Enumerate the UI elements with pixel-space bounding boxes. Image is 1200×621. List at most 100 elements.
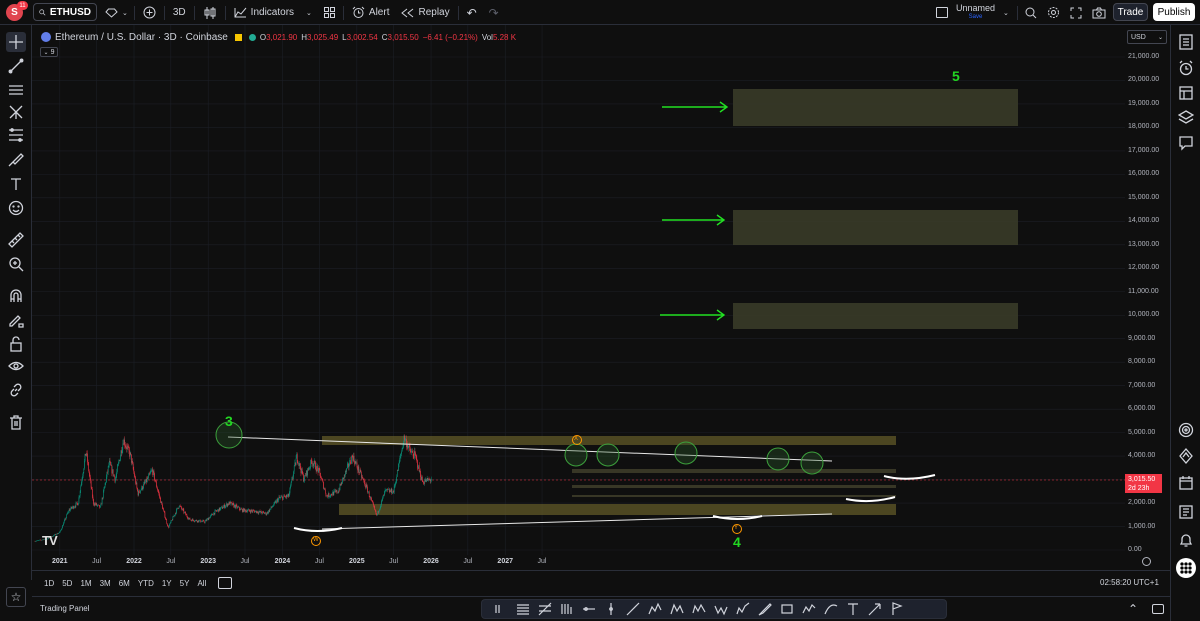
- notifications-button[interactable]: [1176, 530, 1196, 550]
- hide-drawings-tool[interactable]: [6, 356, 26, 376]
- symbol-tags-button[interactable]: ⌄: [101, 0, 132, 25]
- quick-search-button[interactable]: [1020, 0, 1042, 25]
- dt-flag[interactable]: [886, 600, 908, 618]
- ideas-button[interactable]: [1176, 446, 1196, 466]
- dt-bars[interactable]: [556, 600, 578, 618]
- dt-elliott-2[interactable]: [666, 600, 688, 618]
- zoom-tool[interactable]: [6, 254, 26, 274]
- trading-panel-label[interactable]: Trading Panel: [40, 604, 90, 613]
- lock-drawings-tool[interactable]: [6, 334, 26, 354]
- curve-projection-2[interactable]: [845, 496, 896, 503]
- replay-button[interactable]: Replay: [395, 0, 455, 25]
- symbol-title[interactable]: Ethereum / U.S. Dollar · 3D · Coinbase: [55, 32, 228, 43]
- brush-tool[interactable]: [6, 150, 26, 170]
- calendar-button[interactable]: [1176, 473, 1196, 493]
- chats-button[interactable]: [1176, 133, 1196, 153]
- fullscreen-button[interactable]: [1065, 0, 1087, 25]
- snapshot-button[interactable]: [1087, 0, 1111, 25]
- interval-button[interactable]: 3D: [167, 0, 192, 25]
- chart-type-button[interactable]: [197, 0, 223, 25]
- range-button[interactable]: YTD: [134, 579, 158, 588]
- collapse-panel-button[interactable]: ⌃: [1128, 602, 1142, 616]
- wave-label-3[interactable]: 3: [225, 413, 233, 429]
- highlight-circle[interactable]: [596, 443, 620, 467]
- remove-drawings-tool[interactable]: [6, 412, 26, 432]
- news-button[interactable]: [1176, 502, 1196, 522]
- alert-button[interactable]: Alert: [346, 0, 396, 25]
- clock[interactable]: 02:58:20 UTC+1: [1100, 578, 1159, 587]
- range-button[interactable]: 3M: [96, 579, 115, 588]
- magnet-tool[interactable]: [6, 286, 26, 306]
- arrow-lower[interactable]: [660, 309, 726, 321]
- trade-button[interactable]: Trade: [1113, 3, 1148, 21]
- dt-elliott-5[interactable]: [732, 600, 754, 618]
- horizontal-lines-tool[interactable]: [6, 80, 26, 100]
- target-zone-upper[interactable]: [733, 89, 1018, 126]
- curve-projection-1[interactable]: [883, 474, 936, 480]
- dt-vertical-line[interactable]: [600, 600, 622, 618]
- dt-elliott-4[interactable]: [710, 600, 732, 618]
- indicator-toggle[interactable]: ⌄ 9: [40, 47, 58, 57]
- dt-brush[interactable]: [754, 600, 776, 618]
- compare-button[interactable]: [137, 0, 162, 25]
- object-tree-tool[interactable]: [6, 380, 26, 400]
- stay-drawing-tool[interactable]: [6, 310, 26, 330]
- dt-curve[interactable]: [820, 600, 842, 618]
- emoji-tool[interactable]: [6, 198, 26, 218]
- maximize-panel-button[interactable]: [1152, 604, 1164, 614]
- range-button[interactable]: 5Y: [176, 579, 194, 588]
- publish-button[interactable]: Publish: [1153, 3, 1195, 21]
- highlight-circle[interactable]: [766, 447, 790, 471]
- dt-elliott-3[interactable]: [688, 600, 710, 618]
- undo-button[interactable]: ↶: [461, 0, 483, 25]
- trend-line-tool[interactable]: [6, 56, 26, 76]
- dt-trend-line[interactable]: [622, 600, 644, 618]
- target-zone-middle[interactable]: [733, 210, 1018, 245]
- ruler-tool[interactable]: [6, 230, 26, 250]
- fib-retracement-tool[interactable]: [6, 125, 26, 145]
- arrow-upper[interactable]: [662, 101, 729, 113]
- dt-elliott-1[interactable]: [644, 600, 666, 618]
- dt-path[interactable]: [798, 600, 820, 618]
- alerts-button[interactable]: [1176, 58, 1196, 78]
- highlight-circle[interactable]: [800, 451, 824, 475]
- date-range-button[interactable]: [218, 577, 233, 589]
- dt-horizontal-ray[interactable]: [578, 600, 600, 618]
- text-tool[interactable]: [6, 174, 26, 194]
- dt-fib[interactable]: [534, 600, 556, 618]
- mid-band-1[interactable]: [572, 469, 896, 473]
- indicators-button[interactable]: Indicators ⌄: [228, 0, 318, 25]
- layout-button[interactable]: Unnamed Save ⌄: [930, 0, 1015, 25]
- wave-label-4[interactable]: 4: [733, 534, 741, 550]
- range-button[interactable]: All: [193, 579, 210, 588]
- chart-pane[interactable]: W X Y 3 4 5 TV: [32, 25, 1125, 570]
- mid-band-3[interactable]: [572, 495, 896, 497]
- crosshair-tool[interactable]: [6, 32, 26, 52]
- dt-lines[interactable]: [512, 600, 534, 618]
- layers-button[interactable]: [1176, 107, 1196, 127]
- watchlist-button[interactable]: [1176, 32, 1196, 52]
- support-band[interactable]: [339, 504, 896, 515]
- more-apps-button[interactable]: [1176, 558, 1196, 578]
- mid-band-2[interactable]: [572, 485, 896, 488]
- symbol-search[interactable]: ETHUSD: [33, 3, 97, 21]
- dt-text[interactable]: [842, 600, 864, 618]
- highlight-circle[interactable]: [564, 443, 588, 467]
- price-chart[interactable]: [32, 25, 1125, 570]
- range-button[interactable]: 1M: [76, 579, 95, 588]
- dt-rectangle[interactable]: [776, 600, 798, 618]
- currency-select[interactable]: USD ⌄: [1127, 30, 1167, 44]
- dt-drag-handle[interactable]: [490, 600, 512, 618]
- axis-settings-icon[interactable]: [1142, 557, 1151, 566]
- data-window-button[interactable]: [1176, 83, 1196, 103]
- range-button[interactable]: 5D: [58, 579, 76, 588]
- pitchfork-tool[interactable]: [6, 102, 26, 122]
- favorites-button[interactable]: ☆: [6, 587, 26, 607]
- dt-arrow-marker[interactable]: [864, 600, 886, 618]
- highlight-circle[interactable]: [674, 441, 698, 465]
- templates-button[interactable]: [318, 0, 341, 25]
- arrow-middle[interactable]: [662, 214, 726, 226]
- redo-button[interactable]: ↷: [483, 0, 505, 25]
- wave-label-5[interactable]: 5: [952, 68, 960, 84]
- settings-button[interactable]: [1042, 0, 1065, 25]
